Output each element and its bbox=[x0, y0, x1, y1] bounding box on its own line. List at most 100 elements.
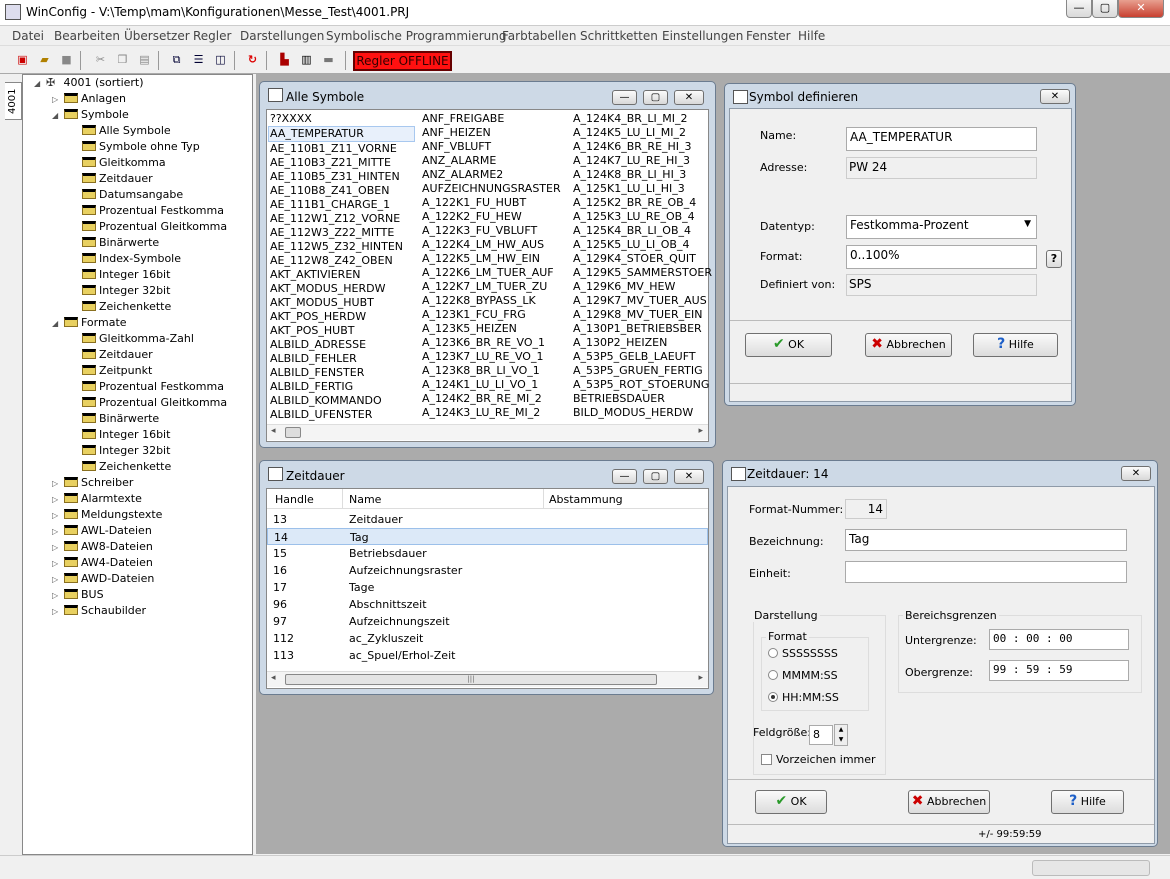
symbol-item[interactable]: A_122K7_LM_TUER_ZU bbox=[422, 280, 567, 294]
tree-item[interactable]: ◢ Formate bbox=[52, 315, 127, 332]
tree-item[interactable]: ▷ AWL-Dateien bbox=[52, 523, 152, 540]
minimize-button[interactable]: — bbox=[612, 469, 637, 484]
symbol-item[interactable]: A_124K3_LU_RE_MI_2 bbox=[422, 406, 567, 420]
close-button[interactable]: ✕ bbox=[674, 90, 704, 105]
tree-item[interactable]: Prozentual Gleitkomma bbox=[70, 395, 227, 411]
symbol-item[interactable]: A_124K2_BR_RE_MI_2 bbox=[422, 392, 567, 406]
symbol-item[interactable]: AKT_POS_HUBT bbox=[270, 324, 415, 338]
maximize-button[interactable]: ▢ bbox=[643, 469, 668, 484]
tab-project-4001[interactable]: 4001 bbox=[5, 82, 22, 120]
symbol-item[interactable]: A_124K7_LU_RE_HI_3 bbox=[573, 154, 713, 168]
tree-item[interactable]: Zeitpunkt bbox=[70, 363, 152, 379]
horizontal-scrollbar[interactable]: ◂ ||| ▸ bbox=[267, 671, 708, 687]
tree-item[interactable]: ▷ Schaubilder bbox=[52, 603, 146, 620]
symbol-item[interactable]: A_125K1_LU_LI_HI_3 bbox=[573, 182, 713, 196]
symbol-item[interactable]: ANZ_ALARME bbox=[422, 154, 567, 168]
menu-datei[interactable]: Datei bbox=[12, 29, 44, 43]
radio-mmmm-ss[interactable]: MMMM:SS bbox=[768, 669, 838, 682]
column-header-name[interactable]: Name bbox=[349, 493, 381, 506]
column-header-abstammung[interactable]: Abstammung bbox=[549, 493, 623, 506]
vorzeichen-checkbox[interactable]: Vorzeichen immer bbox=[761, 753, 876, 766]
format-help-button[interactable]: ? bbox=[1046, 250, 1062, 268]
horizontal-scrollbar[interactable]: ◂ ▸ bbox=[267, 424, 708, 440]
tree-item[interactable]: Zeichenkette bbox=[70, 459, 171, 475]
tree-item[interactable]: ▷ Schreiber bbox=[52, 475, 133, 492]
tree-item[interactable]: Gleitkomma-Zahl bbox=[70, 331, 194, 347]
symbol-item[interactable]: BILD_MODUS_HERDW bbox=[573, 406, 713, 420]
tree-item[interactable]: Zeitdauer bbox=[70, 171, 153, 187]
paste-icon[interactable]: ▤ bbox=[136, 52, 153, 68]
datentyp-select[interactable]: Festkomma-Prozent ▼ bbox=[846, 215, 1037, 239]
menu-symbolische-programmierung[interactable]: Symbolische Programmierung bbox=[326, 29, 507, 43]
menu-schrittketten[interactable]: Schrittketten bbox=[580, 29, 658, 43]
tree-item[interactable]: Binärwerte bbox=[70, 235, 159, 251]
symbol-item[interactable]: ANF_HEIZEN bbox=[422, 126, 567, 140]
tree-root[interactable]: ◢ ✠ 4001 (sortiert) bbox=[34, 75, 144, 92]
symbol-item[interactable]: AE_110B1_Z11_VORNE bbox=[270, 142, 415, 156]
menu-hilfe[interactable]: Hilfe bbox=[798, 29, 825, 43]
untergrenze-input[interactable]: 00 : 00 : 00 bbox=[989, 629, 1129, 650]
menu-regler[interactable]: Regler bbox=[193, 29, 231, 43]
tree-item[interactable]: ◢ Symbole bbox=[52, 107, 129, 124]
transfer-icon[interactable]: ▙ bbox=[276, 52, 293, 68]
symbol-item[interactable]: ALBILD_FERTIG bbox=[270, 380, 415, 394]
symbol-item[interactable]: AKT_AKTIVIEREN bbox=[270, 268, 415, 282]
symbol-item[interactable]: A_129K7_MV_TUER_AUS bbox=[573, 294, 713, 308]
symbol-item[interactable]: ??XXXX bbox=[270, 112, 415, 126]
tree-item[interactable]: Prozentual Gleitkomma bbox=[70, 219, 227, 235]
symbol-item[interactable]: ANF_FREIGABE bbox=[422, 112, 567, 126]
tree-item[interactable]: Integer 16bit bbox=[70, 427, 170, 443]
tree-item[interactable]: Integer 16bit bbox=[70, 267, 170, 283]
symbol-item[interactable]: A_129K4_STOER_QUIT bbox=[573, 252, 713, 266]
bezeichnung-input[interactable]: Tag bbox=[845, 529, 1127, 551]
table-row[interactable]: 16 Aufzeichnungsraster bbox=[267, 562, 708, 579]
menu-bearbeiten[interactable]: Bearbeiten bbox=[54, 29, 120, 43]
symbol-item[interactable]: A_129K6_MV_HEW bbox=[573, 280, 713, 294]
zeitdauer-table[interactable]: Handle Name Abstammung 13 Zeitdauer 14 Tag 1… bbox=[266, 488, 709, 689]
symbol-item[interactable]: AE_110B5_Z31_HINTEN bbox=[270, 170, 415, 184]
stop-icon[interactable]: ▬ bbox=[320, 52, 337, 68]
symbol-item[interactable]: A_122K5_LM_HW_EIN bbox=[422, 252, 567, 266]
table-row[interactable]: 13 Zeitdauer bbox=[267, 511, 708, 528]
radio-hh-mm-ss[interactable]: HH:MM:SS bbox=[768, 691, 839, 704]
refresh-icon[interactable]: ↻ bbox=[244, 52, 261, 68]
menu-darstellungen[interactable]: Darstellungen bbox=[240, 29, 324, 43]
tile-horizontal-icon[interactable]: ☰ bbox=[190, 52, 207, 68]
close-button[interactable]: ✕ bbox=[1118, 0, 1164, 18]
format-input[interactable]: 0..100% bbox=[846, 245, 1037, 269]
ok-button[interactable]: ✔ OK bbox=[755, 790, 827, 814]
table-row[interactable]: 96 Abschnittszeit bbox=[267, 596, 708, 613]
symbol-item[interactable]: A_122K6_LM_TUER_AUF bbox=[422, 266, 567, 280]
tree-item[interactable]: ▷ Alarmtexte bbox=[52, 491, 142, 508]
symbol-item[interactable]: A_124K4_BR_LI_MI_2 bbox=[573, 112, 713, 126]
symbol-item[interactable]: AA_TEMPERATUR bbox=[268, 126, 415, 142]
symbol-item[interactable]: A_125K5_LU_LI_OB_4 bbox=[573, 238, 713, 252]
symbol-item[interactable]: AKT_MODUS_HERDW bbox=[270, 282, 415, 296]
symbol-item[interactable]: AKT_MODUS_HUBT bbox=[270, 296, 415, 310]
symbol-item[interactable]: AE_111B1_CHARGE_1 bbox=[270, 198, 415, 212]
einheit-input[interactable] bbox=[845, 561, 1127, 583]
tree-item[interactable]: ▷ BUS bbox=[52, 587, 104, 604]
minimize-button[interactable]: — bbox=[1066, 0, 1092, 18]
table-row[interactable]: 17 Tage bbox=[267, 579, 708, 596]
symbol-item[interactable]: ALBILD_UFENSTER bbox=[270, 408, 415, 422]
tree-item[interactable]: Datumsangabe bbox=[70, 187, 183, 203]
copy-icon[interactable]: ❐ bbox=[114, 52, 131, 68]
radio-ssssssss[interactable]: SSSSSSSS bbox=[768, 647, 838, 660]
symbol-item[interactable]: A_122K4_LM_HW_AUS bbox=[422, 238, 567, 252]
tree-item[interactable]: ▷ AW8-Dateien bbox=[52, 539, 153, 556]
table-row[interactable]: 112 ac_Zykluszeit bbox=[267, 630, 708, 647]
tree-item[interactable]: Index-Symbole bbox=[70, 251, 181, 267]
feldgroesse-stepper[interactable]: ▲ ▼ bbox=[834, 724, 848, 746]
symbol-item[interactable]: A_130P2_HEIZEN bbox=[573, 336, 713, 350]
symbol-item[interactable]: ANZ_ALARME2 bbox=[422, 168, 567, 182]
symbol-item[interactable]: AKT_POS_HERDW bbox=[270, 310, 415, 324]
symbol-item[interactable]: A_129K8_MV_TUER_EIN bbox=[573, 308, 713, 322]
symbol-item[interactable]: A_122K8_BYPASS_LK bbox=[422, 294, 567, 308]
menu-einstellungen[interactable]: Einstellungen bbox=[662, 29, 743, 43]
symbol-item[interactable]: AE_112W1_Z12_VORNE bbox=[270, 212, 415, 226]
tree-item[interactable]: Alle Symbole bbox=[70, 123, 171, 139]
symbol-item[interactable]: A_122K2_FU_HEW bbox=[422, 210, 567, 224]
menu-fenster[interactable]: Fenster bbox=[746, 29, 791, 43]
symbol-item[interactable]: A_124K6_BR_RE_HI_3 bbox=[573, 140, 713, 154]
